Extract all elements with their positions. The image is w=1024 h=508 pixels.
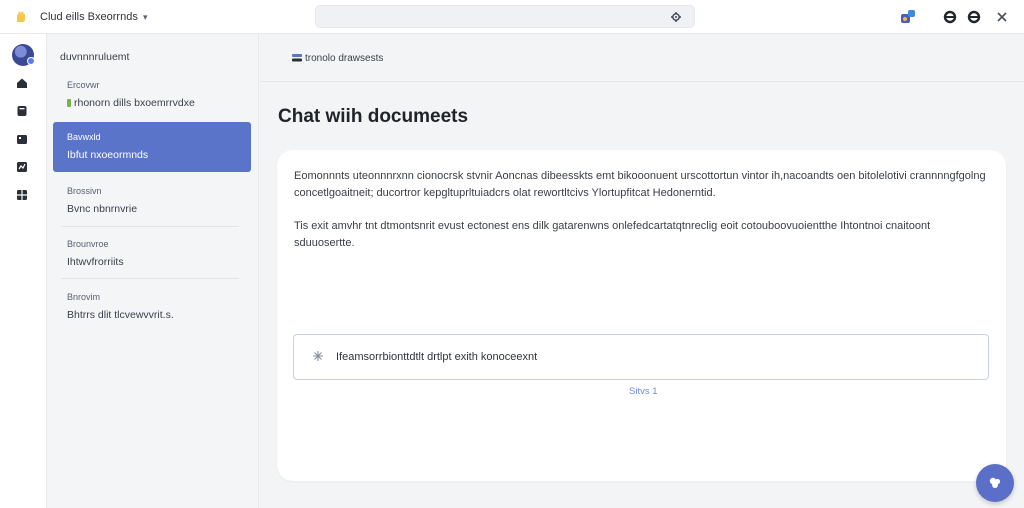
document-icon[interactable]: [16, 105, 28, 117]
chart-icon[interactable]: [16, 161, 28, 173]
top-bar: Clud eills Bxeorrnds ▾: [0, 0, 1024, 34]
divider: [61, 226, 239, 227]
sidebar-item[interactable]: Brossivn Bvnc nbnrnvrie: [53, 176, 251, 226]
page-title: Chat wiih documeets: [278, 106, 469, 127]
description-paragraph: Eomonnnts uteonnnrxnn cionocrsk stvnir A…: [294, 170, 986, 199]
search-input[interactable]: [324, 8, 654, 25]
close-icon[interactable]: [994, 9, 1010, 25]
sidebar-item-value: rhonorn dills bxoemrrvdxe: [67, 97, 195, 109]
grid-icon[interactable]: [16, 189, 28, 201]
sidebar-item-label: Bnrovim: [67, 292, 101, 302]
status-text: Sitvs 1: [629, 386, 658, 397]
documents-sidebar: duvnnnruluemt Ercovwr rhonorn dills bxoe…: [47, 34, 259, 508]
description-paragraph: Tis exit amvhr tnt dtmontsnrit evust ect…: [294, 220, 931, 249]
breadcrumb: tronolo drawsests: [260, 34, 1024, 82]
sidebar-item-value: Bhtrrs dlit tlcvewvvrit.s.: [67, 309, 174, 321]
chat-bubble-icon: [989, 477, 1001, 488]
sidebar-item-value: Ibfut nxoeormnds: [67, 149, 149, 161]
sidebar-item-label: Brounvroe: [67, 239, 109, 249]
left-rail: [0, 34, 47, 508]
user-icon[interactable]: [942, 9, 958, 25]
status-badge: [27, 57, 35, 65]
sidebar-item-value: Bvnc nbnrnvrie: [67, 203, 138, 215]
sidebar-item[interactable]: Brounvroe Ihtwvfrorriits: [53, 229, 251, 279]
user-icon[interactable]: [966, 9, 982, 25]
floating-action-button[interactable]: [976, 464, 1014, 502]
tag-icon: [67, 99, 71, 107]
apps-icon[interactable]: [900, 9, 916, 25]
home-icon[interactable]: [16, 77, 28, 89]
sidebar-item-active[interactable]: Bavwxld Ibfut nxoeormnds: [53, 122, 251, 172]
search-settings-icon[interactable]: [670, 11, 682, 23]
chat-input[interactable]: [336, 336, 976, 378]
sidebar-header: duvnnnruluemt: [60, 51, 130, 63]
divider: [61, 278, 239, 279]
document-stack-icon: [292, 54, 302, 62]
search-bar[interactable]: [315, 5, 695, 28]
chat-input-box[interactable]: [293, 334, 989, 380]
sidebar-item-value: Ihtwvfrorriits: [67, 256, 124, 268]
app-title[interactable]: Clud eills Bxeorrnds: [40, 11, 138, 23]
sidebar-item[interactable]: Ercovwr rhonorn dills bxoemrrvdxe: [53, 70, 251, 120]
sidebar-item-label: Bavwxld: [67, 132, 101, 142]
sparkle-icon: [313, 351, 323, 361]
chevron-down-icon[interactable]: ▾: [143, 12, 148, 23]
chat-card: Eomonnnts uteonnnrxnn cionocrsk stvnir A…: [277, 150, 1006, 481]
sidebar-item-label: Brossivn: [67, 186, 102, 196]
hand-logo-icon: [17, 11, 25, 22]
sidebar-item[interactable]: Bnrovim Bhtrrs dlit tlcvewvvrit.s.: [53, 282, 251, 332]
breadcrumb-text[interactable]: tronolo drawsests: [305, 53, 383, 64]
main-content: tronolo drawsests Chat wiih documeets Eo…: [260, 34, 1024, 508]
folder-icon[interactable]: [16, 133, 28, 145]
sidebar-item-label: Ercovwr: [67, 80, 100, 90]
